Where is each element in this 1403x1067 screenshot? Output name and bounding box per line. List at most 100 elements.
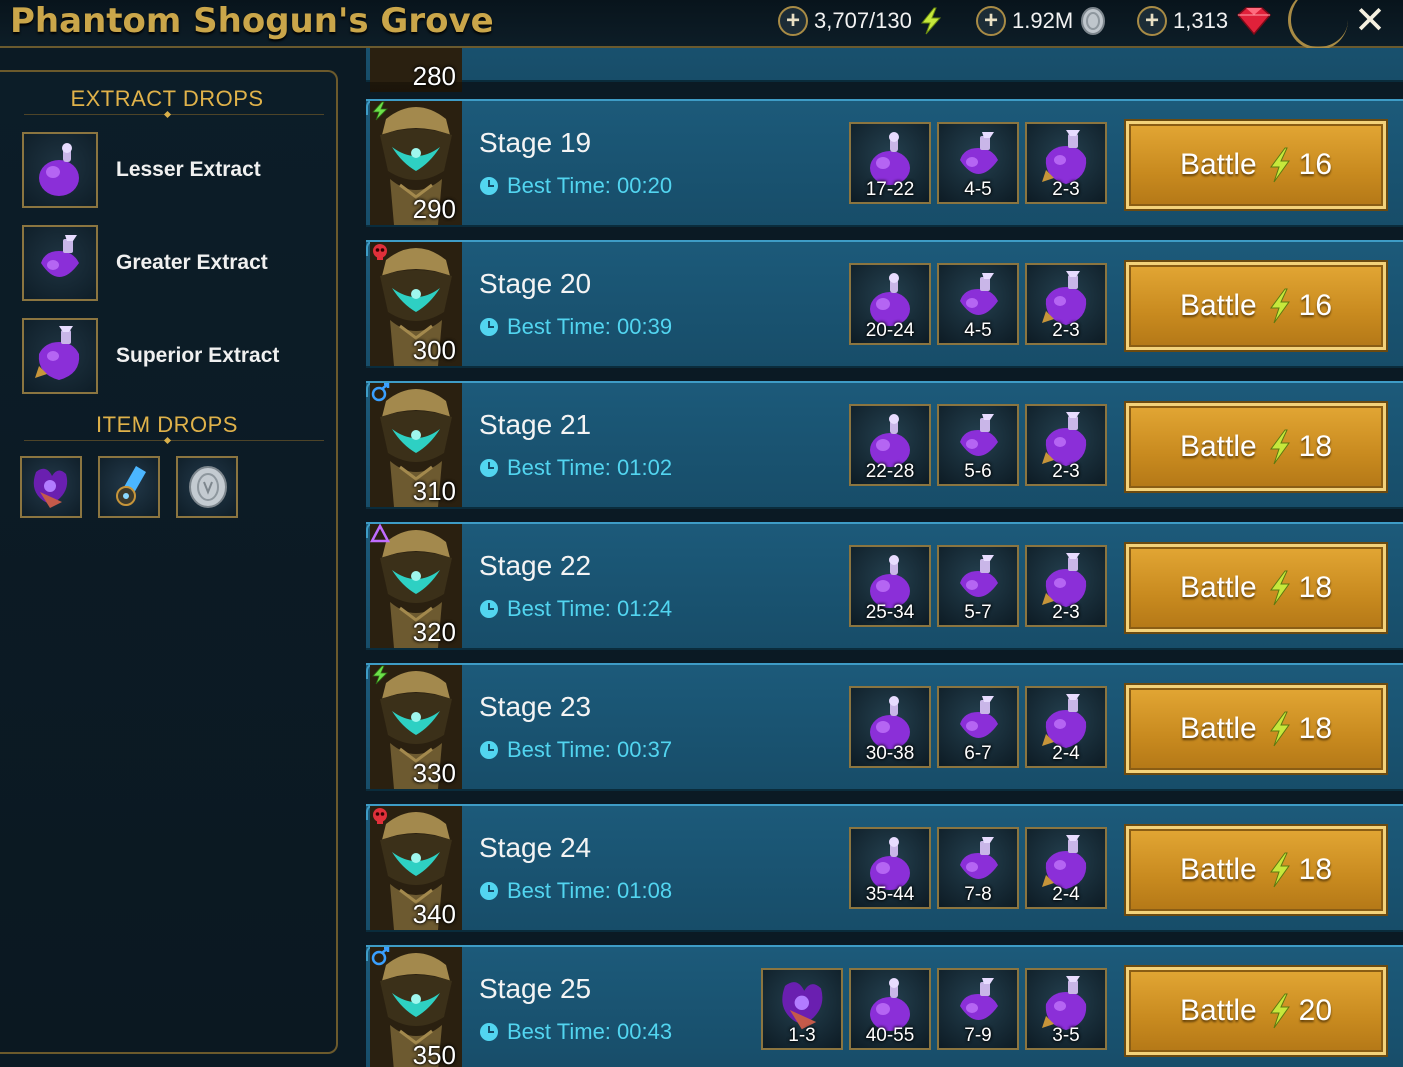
drop-slot-greater[interactable]: 4-5 xyxy=(937,122,1019,204)
drop-slot-lesser[interactable]: 17-22 xyxy=(849,122,931,204)
void-affinity-icon xyxy=(373,244,387,260)
battle-button[interactable]: Battle 18 xyxy=(1126,685,1386,773)
item-drop-talisman[interactable] xyxy=(98,456,160,518)
energy-cost: 18 xyxy=(1298,430,1333,463)
close-icon: ✕ xyxy=(1354,0,1386,42)
drop-slot-superior[interactable]: 2-3 xyxy=(1025,545,1107,627)
drop-slot-greater[interactable]: 6-7 xyxy=(937,686,1019,768)
energy-cost: 16 xyxy=(1298,289,1333,322)
extract-row-greater[interactable]: Greater Extract xyxy=(22,225,322,301)
stage-row-23: 330 Stage 23 Best Time: 00:37 30-38 6-7 2-… xyxy=(366,663,1403,791)
stage-row-21: 310 Stage 21 Best Time: 01:02 22-28 5-6 2-… xyxy=(366,381,1403,509)
boss-level: 280 xyxy=(412,61,456,91)
item-drop-relic[interactable] xyxy=(20,456,82,518)
stage-name: Stage 25 xyxy=(479,973,592,1004)
clock-icon xyxy=(480,882,498,900)
drop-slot-greater[interactable]: 7-9 xyxy=(937,968,1019,1050)
greater-extract-label: Greater Extract xyxy=(116,251,268,274)
drop-quantity: 25-34 xyxy=(865,602,915,623)
drop-quantity: 40-55 xyxy=(865,1025,915,1046)
clock-icon xyxy=(480,459,498,477)
best-time-label: Best Time: xyxy=(507,1019,611,1044)
silver-value: 1.92M xyxy=(1012,8,1074,33)
drop-quantity: 6-7 xyxy=(964,743,992,764)
clock-icon xyxy=(480,318,498,336)
extract-row-superior[interactable]: Superior Extract xyxy=(22,318,322,394)
top-bar: Phantom Shogun's Grove + 3,707/130 + 1.9… xyxy=(0,0,1403,50)
drop-slot-lesser[interactable]: 35-44 xyxy=(849,827,931,909)
add-energy-button[interactable]: + xyxy=(778,6,808,36)
drop-slot-superior[interactable]: 2-4 xyxy=(1025,827,1107,909)
clock-icon xyxy=(480,741,498,759)
drop-slot-greater[interactable]: 5-6 xyxy=(937,404,1019,486)
force-affinity-icon xyxy=(372,665,388,685)
drop-quantity: 7-8 xyxy=(964,884,992,905)
best-time: Best Time: 00:20 xyxy=(479,173,672,199)
page-title: Phantom Shogun's Grove xyxy=(10,1,494,41)
stage-name: Stage 21 xyxy=(479,409,592,440)
stage-row-partial: 280 xyxy=(366,48,1403,92)
stage-name: Stage 23 xyxy=(479,691,592,722)
lightning-icon xyxy=(1269,288,1290,324)
battle-button[interactable]: Battle 16 xyxy=(1126,121,1386,209)
battle-button[interactable]: Battle 20 xyxy=(1126,967,1386,1055)
best-time-label: Best Time: xyxy=(507,596,611,621)
best-time: Best Time: 00:37 xyxy=(479,737,672,763)
silver-coin-icon xyxy=(1081,7,1106,35)
lightning-icon xyxy=(920,7,941,35)
drop-slot-lesser[interactable]: 30-38 xyxy=(849,686,931,768)
stage-list[interactable]: 280 290 Stage 19 Best Time: 00:20 17-22 … xyxy=(366,48,1403,1067)
drop-slot-lesser[interactable]: 20-24 xyxy=(849,263,931,345)
drop-slot-superior[interactable]: 2-3 xyxy=(1025,263,1107,345)
best-time-value: 00:43 xyxy=(617,1019,673,1044)
boss-level: 310 xyxy=(412,476,456,506)
best-time-value: 01:24 xyxy=(617,596,673,621)
drop-quantity: 2-3 xyxy=(1052,320,1080,341)
battle-button[interactable]: Battle 18 xyxy=(1126,826,1386,914)
item-drops-heading: ITEM DROPS xyxy=(96,412,238,437)
drop-slot-lesser[interactable]: 40-55 xyxy=(849,968,931,1050)
ruby-gem-icon xyxy=(1237,7,1272,36)
heading-divider xyxy=(24,440,324,441)
magic-affinity-icon xyxy=(371,383,390,402)
drop-quantity: 7-9 xyxy=(964,1025,992,1046)
drop-slot-lesser[interactable]: 22-28 xyxy=(849,404,931,486)
best-time: Best Time: 01:02 xyxy=(479,455,672,481)
clock-icon xyxy=(480,177,498,195)
drop-slot-superior[interactable]: 2-3 xyxy=(1025,404,1107,486)
demonic-relic-icon xyxy=(33,468,68,508)
best-time-value: 00:39 xyxy=(617,314,673,339)
drop-slot-superior[interactable]: 2-3 xyxy=(1025,122,1107,204)
item-drop-silver[interactable] xyxy=(176,456,238,518)
energy-cost: 18 xyxy=(1298,853,1333,886)
drop-slot-lesser[interactable]: 25-34 xyxy=(849,545,931,627)
battle-button[interactable]: Battle 16 xyxy=(1126,262,1386,350)
battle-button[interactable]: Battle 18 xyxy=(1126,403,1386,491)
energy-counter: + 3,707/130 xyxy=(778,4,946,38)
drop-slot-superior[interactable]: 3-5 xyxy=(1025,968,1107,1050)
clock-icon xyxy=(480,1023,498,1041)
drop-quantity: 3-5 xyxy=(1052,1025,1080,1046)
drop-slot-relic[interactable]: 1-3 xyxy=(761,968,843,1050)
drop-slot-greater[interactable]: 4-5 xyxy=(937,263,1019,345)
drop-slot-superior[interactable]: 2-4 xyxy=(1025,686,1107,768)
drop-quantity: 35-44 xyxy=(865,884,915,905)
drop-slot-greater[interactable]: 5-7 xyxy=(937,545,1019,627)
magic-affinity-icon xyxy=(371,947,390,966)
drop-slot-greater[interactable]: 7-8 xyxy=(937,827,1019,909)
battle-button[interactable]: Battle 18 xyxy=(1126,544,1386,632)
boss-portrait: 290 xyxy=(370,101,462,225)
add-gems-button[interactable]: + xyxy=(1137,6,1167,36)
battle-label: Battle xyxy=(1179,712,1257,745)
heading-divider-dot xyxy=(163,436,172,445)
stage-row-25: 350 Stage 25 Best Time: 00:43 1-3 40-55 7-… xyxy=(366,945,1403,1067)
stage-row-24: 340 Stage 24 Best Time: 01:08 35-44 7-8 2-… xyxy=(366,804,1403,932)
drop-quantity: 4-5 xyxy=(964,179,992,200)
best-time-value: 00:20 xyxy=(617,173,673,198)
best-time-label: Best Time: xyxy=(507,455,611,480)
add-silver-button[interactable]: + xyxy=(976,6,1006,36)
boss-level: 350 xyxy=(412,1040,456,1067)
close-button[interactable]: ✕ xyxy=(1350,0,1390,42)
extract-row-lesser[interactable]: Lesser Extract xyxy=(22,132,322,208)
force-affinity-icon xyxy=(372,101,388,121)
